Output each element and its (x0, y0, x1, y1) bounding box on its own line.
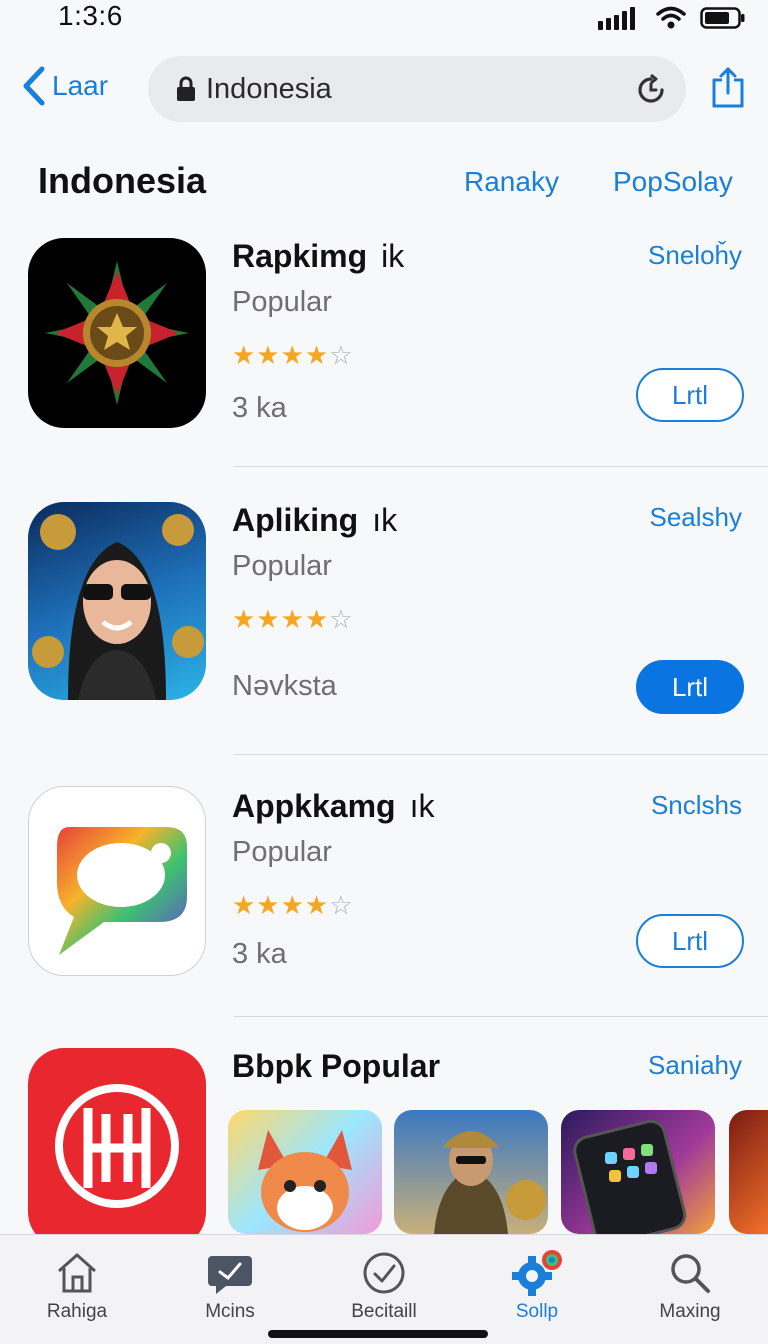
section-header: Indonesia Ranaky PopSolay (0, 160, 768, 208)
back-label: Laar (52, 70, 109, 101)
app-side-link[interactable]: Snclshs (651, 790, 742, 821)
battery-icon (700, 7, 745, 29)
divider (234, 1016, 768, 1017)
app-icon-monogram (28, 1048, 206, 1248)
rating-stars: ★★★★☆ (232, 890, 354, 920)
screenshot-thumbnail[interactable] (228, 1110, 382, 1234)
page-title: Indonesia (38, 160, 207, 201)
app-category: Popular (232, 836, 332, 868)
get-button[interactable]: Lrtl (636, 660, 744, 714)
tab-bar: Rahiga Mcins Becitaill Sollp Maxing (0, 1234, 768, 1344)
app-name: Appkkamg ık (232, 788, 435, 824)
signal-icon (598, 7, 635, 30)
screenshot-thumbnail[interactable] (394, 1110, 548, 1234)
home-indicator (268, 1330, 488, 1338)
status-time: 1:3:6 (58, 0, 123, 31)
app-meta: 3 ka (232, 392, 287, 424)
status-bar: 1:3:6 (0, 0, 768, 40)
app-icon-chat-bubble (28, 786, 206, 976)
chevron-left-icon (23, 66, 45, 106)
app-category: Popular (232, 286, 332, 318)
tab-search[interactable]: Maxing (630, 1247, 750, 1323)
app-name: Apliking ık (232, 502, 398, 538)
back-button[interactable]: Laar (22, 66, 108, 106)
screenshot-thumbnail[interactable] (729, 1110, 768, 1234)
app-name: Rapkimg ik (232, 238, 405, 274)
share-icon (712, 67, 744, 108)
app-icon-star-badge (28, 238, 206, 428)
screenshot-thumbnail[interactable] (561, 1110, 715, 1234)
app-meta: 3 ka (232, 938, 287, 970)
share-button[interactable] (710, 66, 746, 115)
chat-icon (208, 1256, 252, 1294)
list-item[interactable]: Apliking ık Popular ★★★★☆ Nəvksta Sealshy… (0, 502, 768, 752)
list-item[interactable]: Rapkimg ik Popular ★★★★☆ 3 ka Sneloȟy Lrt… (0, 236, 768, 466)
get-button[interactable]: Lrtl (636, 368, 744, 422)
gear-icon (512, 1250, 562, 1296)
rating-stars: ★★★★☆ (232, 604, 354, 634)
tab-settings[interactable]: Sollp (477, 1247, 597, 1323)
app-side-link[interactable]: Saniahy (648, 1050, 742, 1081)
app-side-link[interactable]: Sneloȟy (648, 240, 742, 271)
header-link-popular[interactable]: PopSolay (613, 166, 733, 198)
status-icons (598, 6, 746, 30)
divider (234, 754, 768, 755)
tab-home[interactable]: Rahiga (17, 1247, 137, 1323)
lock-icon (177, 76, 195, 101)
divider (234, 466, 768, 467)
nav-bar: Laar Indonesia (0, 56, 768, 124)
check-circle-icon (363, 1252, 405, 1294)
tab-messages[interactable]: Mcins (170, 1247, 290, 1323)
get-button[interactable]: Lrtl (636, 914, 744, 968)
app-side-link[interactable]: Sealshy (650, 502, 743, 533)
reload-icon[interactable] (634, 73, 668, 107)
header-link-ranking[interactable]: Ranaky (464, 166, 559, 198)
tab-details[interactable]: Becitaill (324, 1247, 444, 1323)
rating-stars: ★★★★☆ (232, 340, 354, 370)
address-bar[interactable]: Indonesia (148, 56, 686, 122)
wifi-icon (656, 6, 686, 29)
app-name: Bbpk Popular (232, 1048, 441, 1084)
list-item[interactable]: Appkkamg ık Popular ★★★★☆ 3 ka Snclshs Lr… (0, 786, 768, 1016)
app-category: Popular (232, 550, 332, 582)
home-icon (58, 1253, 96, 1293)
app-icon-character (28, 502, 206, 700)
app-meta: Nəvksta (232, 670, 337, 702)
url-text: Indonesia (206, 72, 332, 105)
search-icon (671, 1254, 710, 1293)
